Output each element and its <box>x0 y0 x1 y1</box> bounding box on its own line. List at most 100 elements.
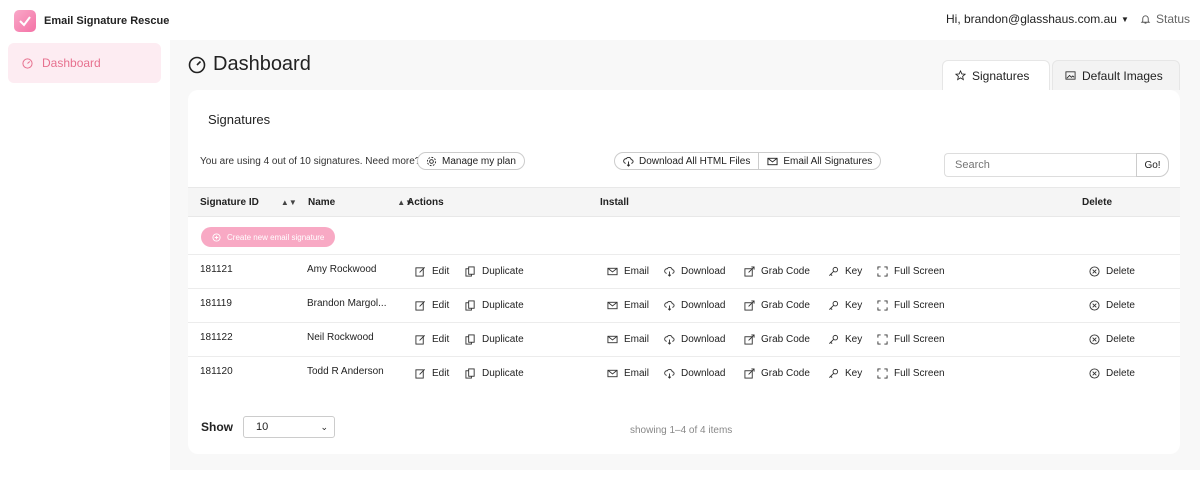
manage-plan-label: Manage my plan <box>442 155 516 167</box>
signature-name: Todd R Anderson <box>307 366 384 377</box>
create-signature-button[interactable]: Create new email signature <box>201 227 336 247</box>
manage-plan-button[interactable]: Manage my plan <box>417 152 525 170</box>
signature-name: Amy Rockwood <box>307 264 377 275</box>
user-greeting: Hi, brandon@glasshaus.com.au <box>946 12 1117 26</box>
copy-icon <box>465 334 475 345</box>
email-label: Email <box>624 266 650 277</box>
grab-code-button[interactable]: Grab Code <box>744 300 810 311</box>
mail-icon <box>767 157 778 165</box>
sidebar-item-label: Dashboard <box>42 56 101 70</box>
key-button[interactable]: Key <box>828 334 862 345</box>
close-circle-icon <box>1089 334 1100 345</box>
duplicate-label: Duplicate <box>482 334 524 345</box>
card-title: Signatures <box>208 112 271 127</box>
key-label: Key <box>845 334 863 345</box>
chevron-down-icon: ⌄ <box>320 421 328 432</box>
key-button[interactable]: Key <box>828 266 862 277</box>
download-label: Download <box>681 368 726 379</box>
close-circle-icon <box>1089 266 1100 277</box>
brand[interactable]: Email Signature Rescue <box>14 10 169 32</box>
mail-icon <box>607 301 618 310</box>
full-screen-label: Full Screen <box>894 334 945 345</box>
edit-button[interactable]: Edit <box>415 368 449 379</box>
expand-icon <box>877 368 888 379</box>
page-size-control: Show 10 ⌄ <box>201 416 335 438</box>
delete-label: Delete <box>1106 334 1135 345</box>
signature-name: Brandon Margol... <box>307 298 387 309</box>
key-button[interactable]: Key <box>828 300 862 311</box>
grab-code-label: Grab Code <box>761 266 810 277</box>
duplicate-button[interactable]: Duplicate <box>465 334 524 345</box>
email-button[interactable]: Email <box>607 334 649 345</box>
delete-button[interactable]: Delete <box>1089 334 1135 345</box>
email-button[interactable]: Email <box>607 266 649 277</box>
edit-label: Edit <box>432 300 450 311</box>
duplicate-button[interactable]: Duplicate <box>465 266 524 277</box>
th-actions: Actions <box>407 197 444 208</box>
tab-label: Default Images <box>1082 68 1163 83</box>
download-button[interactable]: Download <box>664 300 725 311</box>
search-input[interactable] <box>944 153 1136 177</box>
grab-code-button[interactable]: Grab Code <box>744 334 810 345</box>
key-icon <box>829 334 839 344</box>
email-button[interactable]: Email <box>607 368 649 379</box>
edit-button[interactable]: Edit <box>415 300 449 311</box>
user-menu[interactable]: Hi, brandon@glasshaus.com.au ▼ <box>946 12 1129 26</box>
full-screen-button[interactable]: Full Screen <box>877 368 945 379</box>
download-button[interactable]: Download <box>664 266 725 277</box>
duplicate-label: Duplicate <box>482 266 524 277</box>
duplicate-button[interactable]: Duplicate <box>465 368 524 379</box>
full-screen-button[interactable]: Full Screen <box>877 334 945 345</box>
create-signature-label: Create new email signature <box>227 232 325 242</box>
th-name[interactable]: Name ▲▼ <box>308 197 413 208</box>
gear-icon <box>426 156 437 166</box>
search-go-button[interactable]: Go! <box>1136 153 1169 177</box>
th-signature-id[interactable]: Signature ID ▲▼ <box>200 197 297 208</box>
expand-icon <box>877 334 888 345</box>
copy-icon <box>465 266 475 277</box>
copy-icon <box>465 300 475 311</box>
close-circle-icon <box>1089 368 1100 379</box>
edit-icon <box>415 301 425 311</box>
tab-signatures[interactable]: Signatures <box>942 60 1050 90</box>
mail-icon <box>607 335 618 344</box>
full-screen-button[interactable]: Full Screen <box>877 300 945 311</box>
signature-id: 181121 <box>200 264 233 275</box>
email-label: Email <box>624 334 650 345</box>
download-label: Download <box>681 334 726 345</box>
star-icon <box>955 70 966 81</box>
email-all-button[interactable]: Email All Signatures <box>758 153 880 169</box>
page-size-select[interactable]: 10 ⌄ <box>243 416 335 438</box>
table-row: 181119 Brandon Margol... Edit Duplicate … <box>188 288 1180 322</box>
email-button[interactable]: Email <box>607 300 649 311</box>
download-all-button[interactable]: Download All HTML Files <box>615 153 758 169</box>
key-button[interactable]: Key <box>828 368 862 379</box>
grab-code-label: Grab Code <box>761 334 810 345</box>
plus-circle-icon <box>212 232 221 242</box>
th-label: Name <box>308 197 336 208</box>
download-button[interactable]: Download <box>664 368 725 379</box>
cloud-download-icon <box>664 368 675 379</box>
key-label: Key <box>845 368 863 379</box>
external-link-icon <box>744 266 755 277</box>
grab-code-button[interactable]: Grab Code <box>744 368 810 379</box>
grab-code-button[interactable]: Grab Code <box>744 266 810 277</box>
sort-icon: ▲▼ <box>280 198 297 207</box>
delete-button[interactable]: Delete <box>1089 266 1135 277</box>
delete-button[interactable]: Delete <box>1089 368 1135 379</box>
status-link[interactable]: Status <box>1140 12 1190 26</box>
tab-default-images[interactable]: Default Images <box>1052 60 1180 90</box>
expand-icon <box>877 266 888 277</box>
download-button[interactable]: Download <box>664 334 725 345</box>
edit-label: Edit <box>432 334 450 345</box>
edit-button[interactable]: Edit <box>415 334 449 345</box>
delete-button[interactable]: Delete <box>1089 300 1135 311</box>
sidebar-item-dashboard[interactable]: Dashboard <box>8 43 161 83</box>
delete-label: Delete <box>1106 300 1135 311</box>
table-row: 181120 Todd R Anderson Edit Duplicate Em… <box>188 356 1180 390</box>
th-delete: Delete <box>1082 197 1113 208</box>
duplicate-label: Duplicate <box>482 300 524 311</box>
duplicate-button[interactable]: Duplicate <box>465 300 524 311</box>
edit-button[interactable]: Edit <box>415 266 449 277</box>
full-screen-button[interactable]: Full Screen <box>877 266 945 277</box>
